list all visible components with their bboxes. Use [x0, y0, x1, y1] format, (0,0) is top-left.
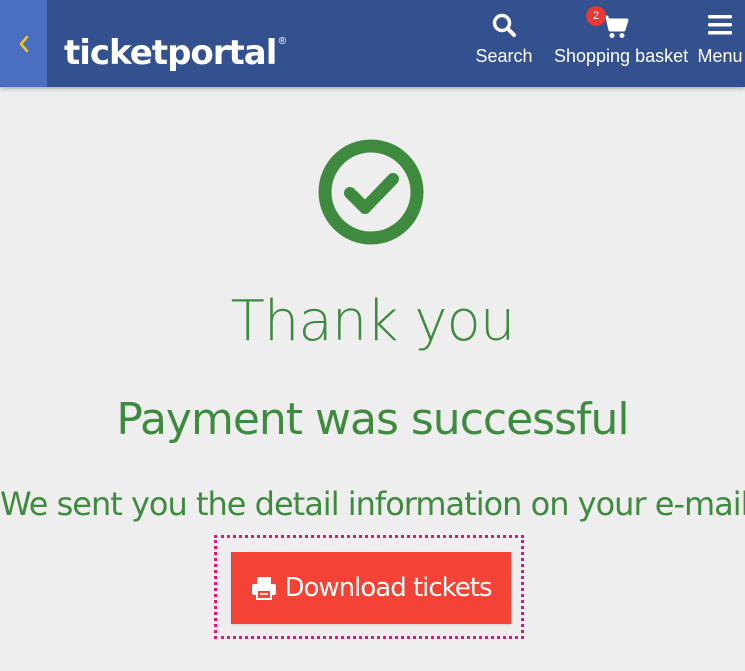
download-tickets-label: Download tickets: [284, 573, 492, 603]
success-check-icon: [318, 139, 424, 245]
nav-menu-label: Menu: [697, 46, 743, 66]
chevron-left-icon: [19, 35, 28, 52]
nav-basket-button[interactable]: Shopping basket: [554, 0, 689, 87]
nav-basket-label: Shopping basket: [554, 46, 689, 66]
logo-registered-mark: ®: [277, 36, 287, 47]
download-tickets-button[interactable]: Download tickets: [231, 552, 511, 624]
page-title: Thank you: [230, 289, 516, 354]
nav-menu-button[interactable]: Menu: [696, 0, 744, 87]
printer-icon: [250, 575, 278, 601]
email-info-text: We sent you the detail information on yo…: [0, 485, 745, 523]
logo-text: ticketportal: [64, 33, 277, 73]
hamburger-menu-icon: [708, 15, 732, 35]
back-button[interactable]: [0, 0, 47, 87]
basket-count-badge: 2: [586, 6, 606, 26]
nav-search-button[interactable]: Search: [474, 0, 534, 87]
payment-status-text: Payment was successful: [116, 394, 629, 445]
search-icon: [492, 13, 516, 37]
nav-search-label: Search: [475, 46, 533, 66]
top-header: ticketportal® Search Shopping basket 2 M…: [0, 0, 745, 87]
ticketportal-logo[interactable]: ticketportal®: [64, 18, 287, 77]
